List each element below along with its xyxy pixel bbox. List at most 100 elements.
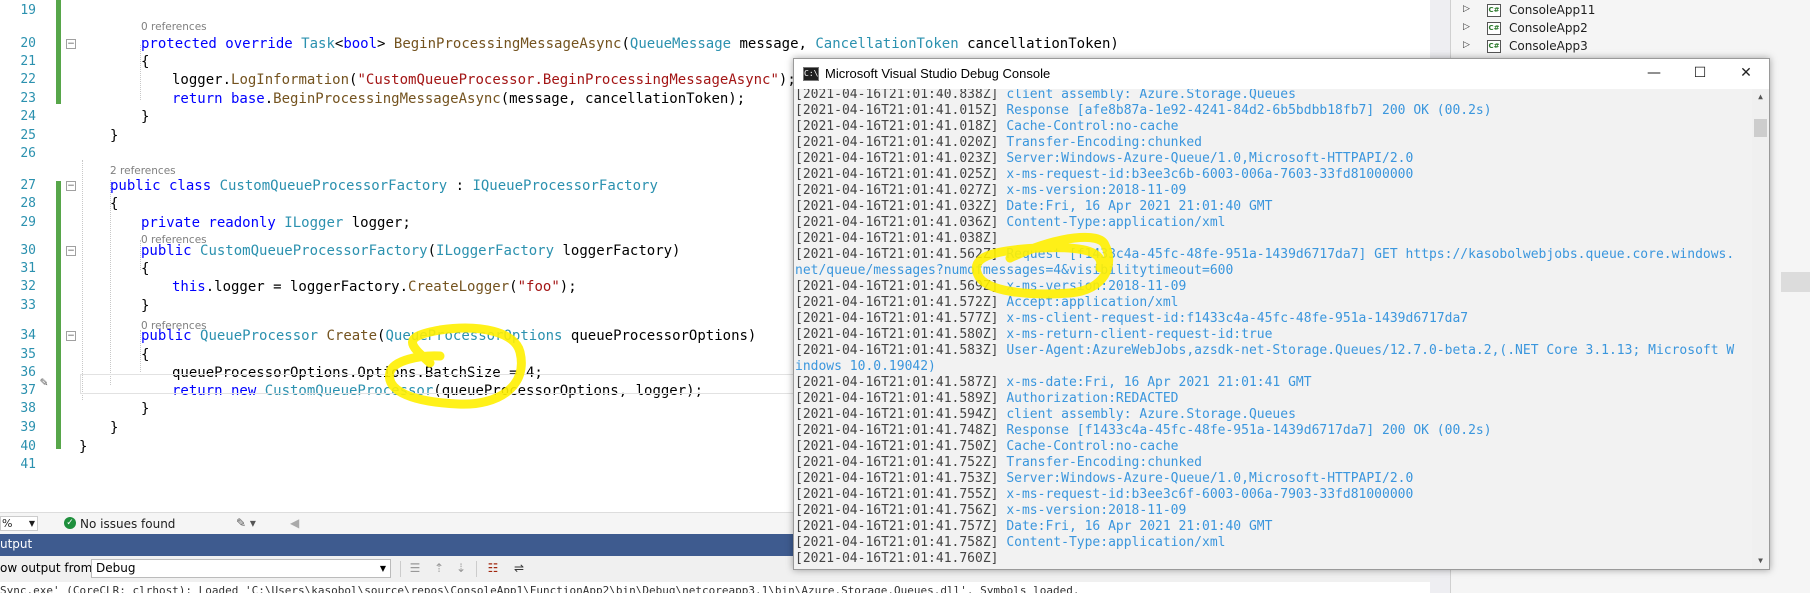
log-message: client assembly: Azure.Storage.Queues — [998, 89, 1296, 102]
code-line[interactable]: public QueueProcessor Create(QueueProces… — [141, 327, 756, 345]
code-token: logger; — [343, 215, 411, 231]
code-token: } — [79, 439, 88, 455]
code-line[interactable]: } — [79, 438, 87, 456]
code-token: logger. — [172, 72, 232, 88]
collapse-icon[interactable]: − — [66, 246, 76, 256]
output-source-select[interactable]: Debug ▼ — [91, 559, 391, 578]
console-line: [2021-04-16T21:01:41.760Z] — [795, 551, 999, 567]
code-line[interactable]: } — [141, 108, 149, 126]
previous-message-icon[interactable]: ⇡ — [430, 560, 448, 577]
navigate-back-icon[interactable]: ◀ — [290, 516, 299, 530]
log-timestamp: [2021-04-16T21:01:41.577Z] — [795, 311, 999, 326]
console-line: [2021-04-16T21:01:41.755Z] x-ms-request-… — [795, 487, 1413, 503]
log-message: Server:Windows-Azure-Queue/1.0,Microsoft… — [998, 471, 1414, 486]
code-token: CustomQueueProcessorFactory — [219, 178, 448, 194]
maximize-icon[interactable]: ☐ — [1677, 59, 1723, 89]
project-name: ConsoleApp11 — [1509, 3, 1596, 17]
expand-arrow-icon[interactable]: ▷ — [1463, 4, 1470, 14]
log-message: Cache-Control:no-cache — [998, 119, 1179, 134]
code-line[interactable]: { — [141, 53, 149, 71]
solution-project-item[interactable]: ▷ C# ConsoleApp2 — [1451, 20, 1810, 38]
codelens-references[interactable]: 0 references — [141, 21, 207, 33]
code-token: BeginProcessingMessageAsync — [393, 36, 622, 52]
code-token: IQueueProcessorFactory — [472, 178, 658, 194]
line-number: 21 — [20, 54, 36, 69]
code-line[interactable]: public class CustomQueueProcessorFactory… — [110, 177, 658, 195]
code-cleanup-icon[interactable]: ✎ ▾ — [236, 516, 256, 530]
log-timestamp: [2021-04-16T21:01:41.755Z] — [795, 487, 999, 502]
console-scrollbar[interactable]: ▲ ▼ — [1752, 89, 1769, 569]
line-number: 26 — [20, 146, 36, 161]
code-line[interactable]: protected override Task<bool> BeginProce… — [141, 35, 1119, 53]
scrollbar-thumb[interactable] — [1754, 119, 1767, 137]
code-line[interactable]: } — [141, 297, 149, 315]
code-token: > — [377, 36, 394, 52]
code-line[interactable]: { — [141, 346, 149, 364]
log-timestamp: [2021-04-16T21:01:41.594Z] — [795, 407, 999, 422]
code-line[interactable]: private readonly ILogger logger; — [141, 214, 411, 232]
collapse-icon[interactable]: − — [66, 181, 76, 191]
codelens-references[interactable]: 2 references — [110, 165, 176, 177]
selection-highlight — [1781, 272, 1810, 292]
log-timestamp: [2021-04-16T21:01:41.589Z] — [795, 391, 999, 406]
indent-guide — [140, 240, 141, 270]
console-line: [2021-04-16T21:01:41.757Z] Date:Fri, 16 … — [795, 519, 1272, 535]
log-timestamp: [2021-04-16T21:01:41.023Z] — [795, 151, 999, 166]
console-line: [2021-04-16T21:01:41.025Z] x-ms-request-… — [795, 167, 1413, 183]
issues-status[interactable]: No issues found — [80, 517, 175, 531]
code-line[interactable]: { — [110, 195, 118, 213]
expand-arrow-icon[interactable]: ▷ — [1463, 22, 1470, 32]
log-timestamp: [2021-04-16T21:01:41.756Z] — [795, 503, 999, 518]
find-message-icon[interactable]: ☰ — [406, 560, 424, 577]
word-wrap-icon[interactable]: ⇌ — [510, 560, 528, 577]
code-token: public — [141, 328, 201, 344]
code-line[interactable]: this.logger = loggerFactory.CreateLogger… — [172, 278, 577, 296]
code-token: message, — [731, 36, 816, 52]
code-line[interactable]: { — [141, 260, 149, 278]
code-token: "CustomQueueProcessor.BeginProcessingMes… — [357, 72, 779, 88]
code-token: ILogger — [284, 215, 344, 231]
console-output[interactable]: [2021-04-16T21:01:40.838Z] client assemb… — [794, 89, 1752, 569]
log-message: Transfer-Encoding:chunked — [998, 135, 1202, 150]
log-message: x-ms-version:2018-11-09 — [998, 279, 1187, 294]
debug-console-window[interactable]: C:\ Microsoft Visual Studio Debug Consol… — [793, 58, 1770, 570]
log-timestamp: [2021-04-16T21:01:41.569Z] — [795, 279, 999, 294]
minimize-icon[interactable]: — — [1631, 59, 1677, 89]
zoom-dropdown[interactable]: % ▼ — [0, 516, 38, 531]
toolbar-divider — [476, 561, 477, 577]
code-token: { — [141, 347, 150, 363]
console-line: [2021-04-16T21:01:40.838Z] client assemb… — [795, 89, 1296, 103]
log-message: indows 10.0.19042) — [795, 359, 936, 374]
console-line: [2021-04-16T21:01:41.023Z] Server:Window… — [795, 151, 1413, 167]
console-titlebar[interactable]: C:\ Microsoft Visual Studio Debug Consol… — [794, 59, 1769, 89]
expand-arrow-icon[interactable]: ▷ — [1463, 40, 1470, 50]
code-line[interactable]: return base.BeginProcessingMessageAsync(… — [172, 90, 745, 108]
log-message: Content-Type:application/xml — [998, 535, 1226, 550]
log-timestamp: [2021-04-16T21:01:41.587Z] — [795, 375, 999, 390]
console-line: [2021-04-16T21:01:41.587Z] x-ms-date:Fri… — [795, 375, 1312, 391]
collapse-icon[interactable]: − — [66, 39, 76, 49]
next-message-icon[interactable]: ⇣ — [452, 560, 470, 577]
scroll-up-icon[interactable]: ▲ — [1752, 89, 1769, 105]
line-number: 27 — [20, 178, 36, 193]
code-line[interactable]: public CustomQueueProcessorFactory(ILogg… — [141, 242, 680, 260]
code-token: protected override — [141, 36, 302, 52]
console-line: [2021-04-16T21:01:41.569Z] x-ms-version:… — [795, 279, 1186, 295]
line-number: 32 — [20, 279, 36, 294]
code-line[interactable]: } — [141, 400, 149, 418]
log-message: Cache-Control:no-cache — [998, 439, 1179, 454]
solution-project-item[interactable]: ▷ C# ConsoleApp11 — [1451, 2, 1810, 20]
code-token: ( — [621, 36, 630, 52]
solution-project-item[interactable]: ▷ C# ConsoleApp3 — [1451, 38, 1810, 56]
code-line[interactable]: } — [110, 127, 118, 145]
line-number: 33 — [20, 298, 36, 313]
indent-guide — [110, 180, 111, 385]
code-line[interactable]: } — [110, 419, 118, 437]
scroll-down-icon[interactable]: ▼ — [1752, 553, 1769, 569]
collapse-icon[interactable]: − — [66, 331, 76, 341]
console-line: [2021-04-16T21:01:41.756Z] x-ms-version:… — [795, 503, 1186, 519]
code-token: : — [447, 178, 473, 194]
code-line[interactable]: logger.LogInformation("CustomQueueProces… — [172, 71, 796, 89]
clear-all-icon[interactable]: ☷ — [484, 560, 502, 577]
close-icon[interactable]: ✕ — [1723, 59, 1769, 89]
